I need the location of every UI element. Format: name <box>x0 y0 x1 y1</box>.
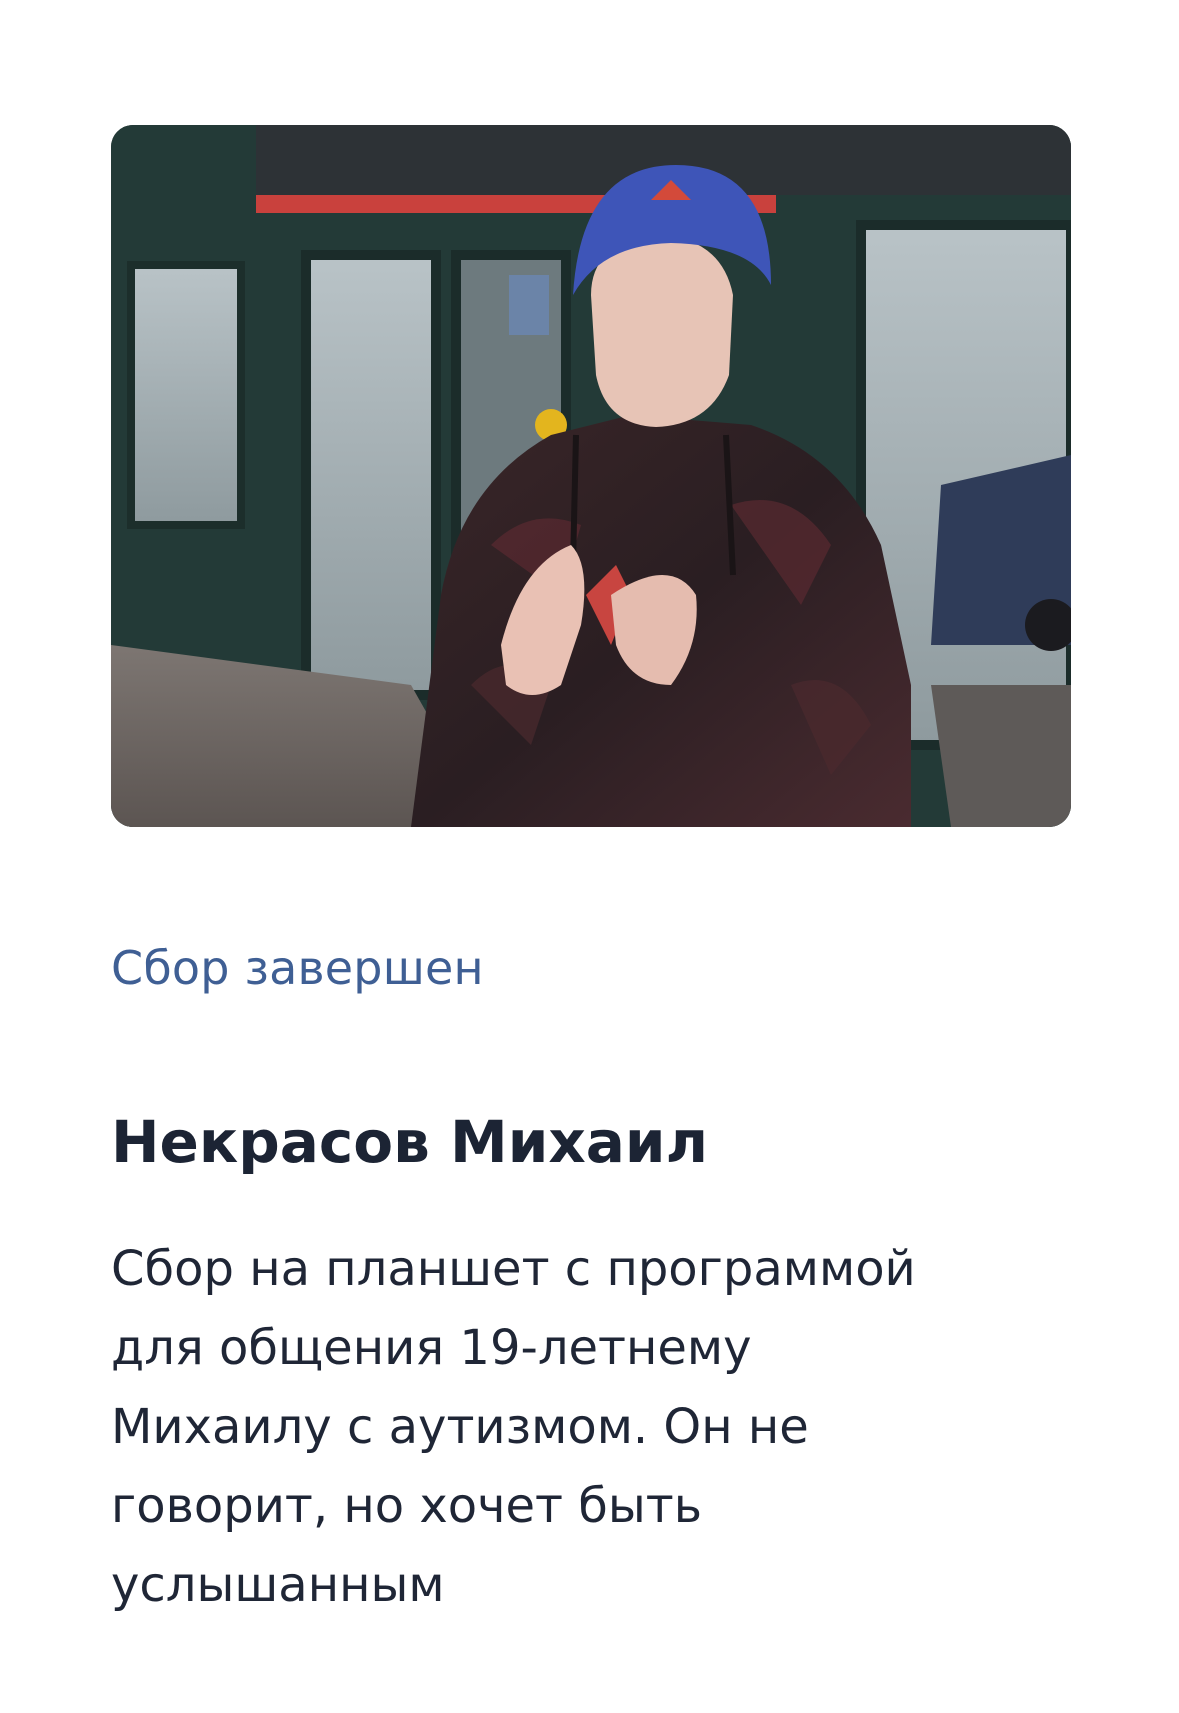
campaign-title[interactable]: Некрасов Михаил <box>111 1106 708 1178</box>
description-line: услышанным <box>111 1557 445 1613</box>
description-line: Сбор на планшет с программой <box>111 1241 916 1297</box>
fundraiser-card[interactable]: Сбор завершен Некрасов Михаил Сбор на пл… <box>0 0 1179 1713</box>
campaign-photo[interactable] <box>111 125 1071 827</box>
campaign-description: Сбор на планшет с программой для общения… <box>111 1230 991 1625</box>
description-line: говорит, но хочет быть <box>111 1478 703 1534</box>
description-line: Михаилу с аутизмом. Он не <box>111 1399 809 1455</box>
description-line: для общения 19-летнему <box>111 1320 752 1376</box>
campaign-status: Сбор завершен <box>111 941 484 995</box>
campaign-photo-illustration <box>111 125 1071 827</box>
